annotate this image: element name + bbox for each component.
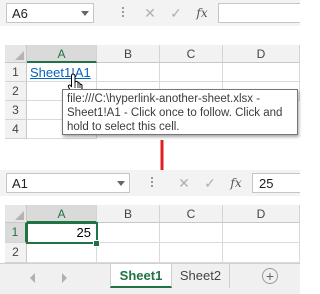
hyperlink-tooltip: file:///C:\hyperlink-another-sheet.xlsx … — [62, 89, 298, 135]
formula-value: 25 — [259, 176, 274, 191]
cell[interactable] — [97, 63, 160, 82]
scroll-right-icon[interactable] — [62, 273, 67, 283]
insert-function-icon[interactable]: fx — [192, 3, 212, 23]
cell[interactable] — [223, 63, 300, 82]
select-all-corner[interactable] — [5, 45, 27, 63]
cell[interactable] — [223, 243, 300, 263]
row-header-1[interactable]: 1 — [5, 63, 27, 82]
more-dots-icon — [150, 177, 154, 189]
bottom-formula-bar: A1 ✕ ✓ fx 25 — [0, 170, 300, 196]
bottom-formula-input[interactable]: 25 — [252, 173, 300, 193]
column-header-a[interactable]: A — [27, 205, 97, 223]
row-header-3[interactable]: 3 — [5, 101, 27, 120]
column-header-b[interactable]: B — [97, 45, 160, 63]
cell[interactable] — [97, 223, 160, 243]
cancel-icon[interactable]: ✕ — [140, 3, 160, 23]
top-formula-input[interactable] — [218, 3, 300, 23]
row-header-2[interactable]: 2 — [5, 243, 27, 263]
tooltip-line-1: file:///C:\hyperlink-another-sheet.xlsx … — [67, 93, 261, 105]
cell-a1[interactable]: Sheet1!A1 — [27, 63, 97, 82]
column-header-d[interactable]: D — [223, 45, 300, 63]
top-name-box-value: A6 — [12, 6, 28, 21]
bottom-name-box[interactable]: A1 — [6, 173, 130, 193]
active-cell-border — [26, 222, 98, 244]
column-header-a[interactable]: A — [27, 45, 97, 63]
top-name-box[interactable]: A6 — [6, 3, 94, 23]
insert-function-icon[interactable]: fx — [226, 173, 246, 193]
bottom-name-box-value: A1 — [12, 176, 28, 191]
bottom-grid: A B C D 1 2 25 — [5, 205, 300, 263]
fill-handle[interactable] — [93, 240, 100, 247]
top-formula-bar: A6 ✕ ✓ fx — [0, 0, 300, 26]
select-all-corner[interactable] — [5, 205, 27, 223]
enter-icon[interactable]: ✓ — [200, 173, 220, 193]
enter-icon[interactable]: ✓ — [166, 3, 186, 23]
cancel-icon[interactable]: ✕ — [174, 173, 194, 193]
cell[interactable] — [223, 223, 300, 243]
row-header-2[interactable]: 2 — [5, 82, 27, 101]
cell[interactable] — [160, 243, 223, 263]
chevron-down-icon[interactable] — [81, 11, 89, 16]
scroll-left-icon[interactable] — [30, 273, 35, 283]
tooltip-line-2: Sheet1!A1 - Click once to follow. Click … — [67, 107, 283, 119]
tooltip-line-3: hold to select this cell. — [67, 121, 180, 133]
tab-sheet1[interactable]: Sheet1 — [110, 264, 172, 288]
cell[interactable] — [97, 243, 160, 263]
more-dots-icon — [121, 7, 125, 19]
row-header-1[interactable]: 1 — [5, 223, 27, 243]
add-sheet-button[interactable]: + — [262, 268, 278, 284]
tab-sheet2[interactable]: Sheet2 — [172, 264, 230, 288]
sheet-tab-bar: Sheet1 Sheet2 + — [0, 263, 300, 294]
column-header-d[interactable]: D — [223, 205, 300, 223]
column-header-c[interactable]: C — [160, 45, 223, 63]
cell[interactable] — [160, 223, 223, 243]
column-header-b[interactable]: B — [97, 205, 160, 223]
cell[interactable] — [160, 63, 223, 82]
cell[interactable] — [27, 243, 97, 263]
row-header-4[interactable]: 4 — [5, 120, 27, 139]
chevron-down-icon[interactable] — [117, 181, 125, 186]
column-header-c[interactable]: C — [160, 205, 223, 223]
